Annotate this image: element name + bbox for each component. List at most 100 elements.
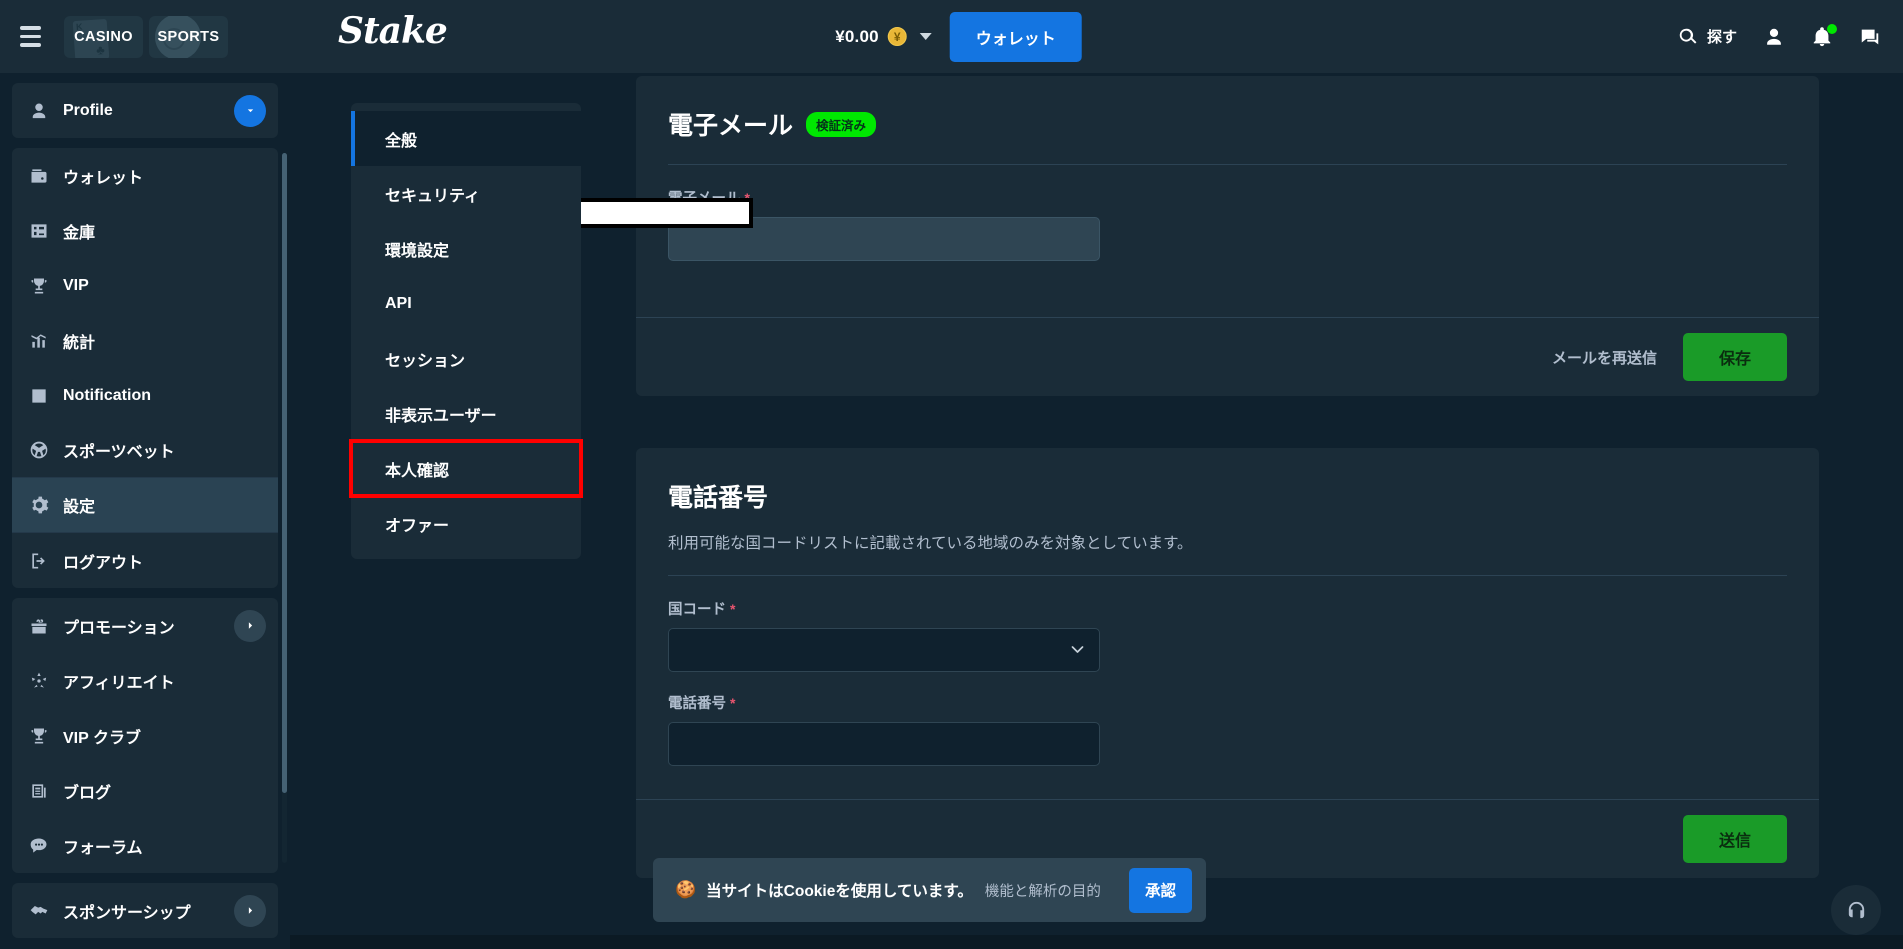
sidebar-item-sportsbet[interactable]: スポーツベット (12, 423, 278, 478)
phone-panel-header: 電話番号 利用可能な国コードリストに記載されている地域のみを対象としています。 (636, 448, 1819, 576)
settings-tab-security[interactable]: セキュリティ (351, 166, 581, 221)
blog-icon (28, 780, 50, 802)
search-button[interactable]: 探す (1677, 26, 1737, 48)
settings-tab-ignored-users[interactable]: 非表示ユーザー (351, 386, 581, 441)
settings-tab-offers[interactable]: オファー (351, 496, 581, 551)
yen-coin-icon: ¥ (887, 27, 907, 46)
profile-button[interactable] (1763, 26, 1785, 48)
forum-icon (28, 835, 50, 857)
promotions-expand-button[interactable] (234, 609, 266, 642)
phone-panel-title-row: 電話番号 (668, 478, 1787, 514)
settings-tab-preferences[interactable]: 環境設定 (351, 221, 581, 276)
logout-icon (28, 550, 50, 572)
header-left: CASINO SPORTS (0, 15, 290, 58)
cookie-banner: 🍪 当サイトはCookieを使用しています。 機能と解析の目的 承認 (653, 858, 1206, 922)
settings-tab-label: セッション (385, 352, 466, 370)
phone-number-label: 電話番号 * (668, 692, 1787, 713)
sidebar-item-sponsorship[interactable]: スポンサーシップ (12, 883, 278, 938)
header-category-pills: CASINO SPORTS (64, 15, 228, 58)
sidebar-scrollbar-thumb[interactable] (282, 153, 287, 793)
app-root: CASINO SPORTS Stake ¥0.00 ¥ ウォレット (0, 0, 1903, 949)
settings-tab-general[interactable]: 全般 (351, 111, 581, 166)
resend-email-button[interactable]: メールを再送信 (1552, 347, 1657, 368)
sidebar-label: プロモーション (63, 619, 175, 637)
support-button[interactable] (1831, 885, 1881, 935)
sidebar-item-settings[interactable]: 設定 (12, 478, 278, 533)
cookie-text-sub: 機能と解析の目的 (984, 883, 1101, 900)
country-label-text: 国コード (668, 602, 726, 618)
email-redaction-overlay (556, 198, 753, 228)
settings-tab-label: 非表示ユーザー (385, 407, 497, 425)
sidebar-label: フォーラム (63, 839, 143, 857)
chevron-down-icon (247, 109, 253, 113)
cookie-icon: 🍪 (675, 880, 697, 899)
hamburger-icon[interactable] (16, 20, 50, 54)
email-field-label: 電子メール * (668, 187, 1787, 208)
sidebar-item-profile[interactable]: Profile (12, 83, 278, 138)
sidebar-item-blog[interactable]: ブログ (12, 763, 278, 818)
sidebar-profile-group: Profile (12, 83, 278, 138)
handshake-icon (28, 900, 50, 922)
sidebar-sponsorship-group: スポンサーシップ (12, 883, 278, 938)
sidebar-item-promotions[interactable]: プロモーション (12, 598, 278, 653)
sidebar-item-vault[interactable]: 金庫 (12, 203, 278, 258)
chevron-right-icon (248, 907, 252, 914)
chat-icon (1861, 29, 1879, 44)
email-panel-footer: メールを再送信 保存 (636, 317, 1819, 396)
header-right: 探す (1677, 0, 1881, 73)
sidebar-item-vip-club[interactable]: VIP クラブ (12, 708, 278, 763)
settings-tab-api[interactable]: API (351, 276, 581, 331)
stake-logo[interactable]: Stake (338, 10, 448, 52)
sidebar-item-forum[interactable]: フォーラム (12, 818, 278, 873)
email-panel-header: 電子メール 検証済み (636, 76, 1819, 165)
sports-pill[interactable]: SPORTS (149, 15, 228, 58)
balance-dropdown[interactable]: ¥0.00 ¥ (821, 14, 950, 60)
settings-tab-label: 全般 (385, 132, 418, 150)
settings-tab-sessions[interactable]: セッション (351, 331, 581, 386)
sidebar-item-stats[interactable]: 統計 (12, 313, 278, 368)
country-code-select-wrap (668, 628, 1100, 672)
casino-pill[interactable]: CASINO (64, 15, 143, 58)
search-label: 探す (1706, 29, 1737, 46)
sidebar-item-vip[interactable]: VIP (12, 258, 278, 313)
left-sidebar[interactable]: Profile ウォレット 金庫 VIP 統計 Notification スポー… (0, 73, 290, 949)
settings-tab-label: API (385, 294, 412, 312)
sponsorship-expand-button[interactable] (234, 894, 266, 927)
required-mark: * (730, 695, 736, 711)
wallet-button[interactable]: ウォレット (949, 11, 1082, 62)
profile-expand-button[interactable] (234, 94, 266, 127)
cookie-text-main: 当サイトはCookieを使用しています。 (706, 883, 973, 900)
settings-tab-verify-identity[interactable]: 本人確認 (349, 439, 583, 498)
sidebar-item-affiliate[interactable]: アフィリエイト (12, 653, 278, 708)
sidebar-label: VIP (63, 276, 89, 294)
affiliate-icon (28, 670, 50, 692)
notifications-button[interactable] (1811, 23, 1837, 48)
list-check-icon (28, 385, 50, 407)
sidebar-item-notification[interactable]: Notification (12, 368, 278, 423)
chat-button[interactable] (1859, 26, 1881, 48)
phone-panel: 電話番号 利用可能な国コードリストに記載されている地域のみを対象としています。 … (636, 448, 1819, 878)
cookie-accept-button[interactable]: 承認 (1129, 867, 1192, 913)
wallet-icon (28, 165, 50, 187)
phone-panel-description: 利用可能な国コードリストに記載されている地域のみを対象としています。 (668, 535, 1193, 552)
sidebar-label: ログアウト (63, 554, 144, 572)
chevron-down-icon (919, 33, 932, 40)
sidebar-label: スポンサーシップ (63, 904, 191, 922)
search-icon (1679, 28, 1697, 44)
email-panel-title-row: 電子メール 検証済み (668, 106, 1787, 142)
notification-dot (1827, 23, 1837, 34)
sidebar-item-logout[interactable]: ログアウト (12, 533, 278, 588)
sidebar-label: Notification (63, 386, 151, 404)
phone-number-field[interactable] (668, 722, 1100, 766)
country-code-select[interactable] (668, 628, 1100, 672)
submit-button[interactable]: 送信 (1683, 815, 1787, 863)
top-header: CASINO SPORTS Stake ¥0.00 ¥ ウォレット (0, 0, 1903, 73)
email-field-group: 電子メール * (636, 187, 1819, 261)
save-button[interactable]: 保存 (1683, 333, 1787, 381)
sidebar-item-wallet[interactable]: ウォレット (12, 148, 278, 203)
divider (668, 575, 1787, 576)
email-panel: 電子メール 検証済み 電子メール * メールを再送信 保存 (636, 76, 1819, 396)
sports-icon (28, 439, 50, 461)
vault-icon (28, 220, 50, 242)
sports-pill-label: SPORTS (157, 28, 220, 45)
